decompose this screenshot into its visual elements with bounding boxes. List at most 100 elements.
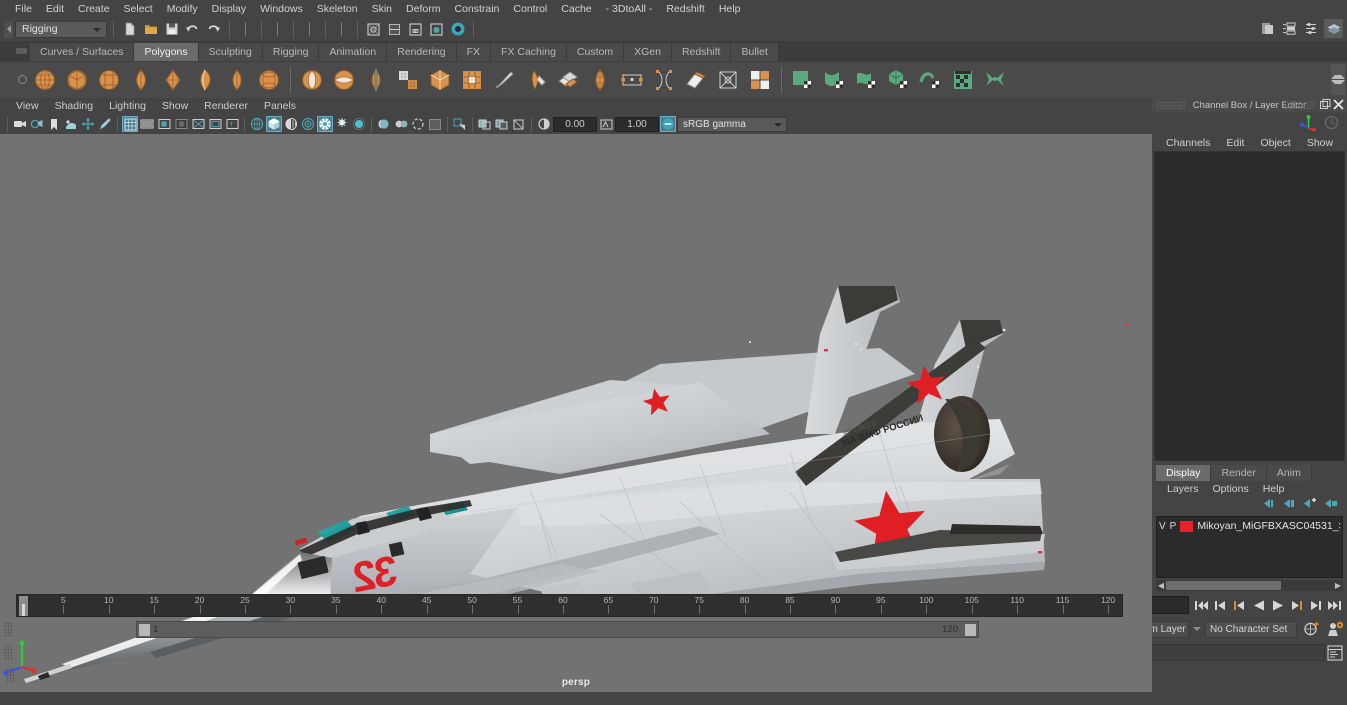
undo-icon[interactable] bbox=[183, 20, 202, 39]
menu-create[interactable]: Create bbox=[71, 2, 117, 16]
make-live-icon[interactable] bbox=[448, 20, 467, 39]
go-to-end-icon[interactable] bbox=[1326, 596, 1343, 615]
select-by-object-icon[interactable] bbox=[268, 20, 287, 39]
gamma-icon[interactable] bbox=[598, 116, 614, 132]
menu-help[interactable]: Help bbox=[712, 2, 748, 16]
uv-automatic-icon[interactable] bbox=[884, 65, 914, 96]
snap-projected-icon[interactable] bbox=[427, 20, 446, 39]
snap-point-icon[interactable]: PR bbox=[406, 20, 425, 39]
poly-pipe-icon[interactable] bbox=[254, 65, 284, 96]
layer-color-swatch[interactable] bbox=[1180, 520, 1194, 532]
gamma-field[interactable]: 1.00 bbox=[615, 116, 659, 132]
shadows-icon[interactable] bbox=[334, 116, 350, 132]
shelf-tab-xgen[interactable]: XGen bbox=[624, 43, 672, 61]
layer-new-icon[interactable] bbox=[1324, 497, 1339, 515]
script-editor-icon[interactable] bbox=[1327, 644, 1343, 661]
step-back-key-icon[interactable] bbox=[1231, 596, 1248, 615]
poly-sphere-icon[interactable] bbox=[30, 65, 60, 96]
range-start-handle[interactable] bbox=[139, 623, 150, 636]
channel-box-icon[interactable] bbox=[1324, 19, 1343, 38]
image-plane-icon[interactable] bbox=[63, 116, 79, 132]
snap-curve-icon[interactable] bbox=[385, 20, 404, 39]
uv-editor-icon[interactable] bbox=[948, 65, 978, 96]
shelf-tab-rendering[interactable]: Rendering bbox=[387, 43, 457, 61]
tab-display-layers[interactable]: Display bbox=[1156, 465, 1212, 481]
shaded-wireframe-icon[interactable] bbox=[283, 116, 299, 132]
no-manipulator-icon[interactable] bbox=[1324, 115, 1339, 135]
poly-mirror-icon[interactable] bbox=[361, 65, 391, 96]
tool-settings-icon[interactable] bbox=[1302, 19, 1321, 38]
menu-select[interactable]: Select bbox=[117, 2, 160, 16]
motion-blur-icon[interactable] bbox=[376, 116, 392, 132]
range-row-grip[interactable] bbox=[4, 622, 12, 636]
menu-redshift[interactable]: Redshift bbox=[659, 2, 712, 16]
layer-playback-toggle[interactable]: P bbox=[1170, 521, 1177, 532]
attribute-editor-icon[interactable] bbox=[1280, 19, 1299, 38]
viewport-menu-lighting[interactable]: Lighting bbox=[101, 100, 154, 112]
step-back-frame-icon[interactable] bbox=[1212, 596, 1229, 615]
select-by-hierarchy-icon[interactable] bbox=[236, 20, 255, 39]
film-gate-icon[interactable] bbox=[139, 116, 155, 132]
xray-icon[interactable] bbox=[477, 116, 493, 132]
channel-box-content[interactable] bbox=[1154, 151, 1345, 461]
shelf-tab-fx[interactable]: FX bbox=[456, 43, 492, 61]
viewport-menu-renderer[interactable]: Renderer bbox=[196, 100, 256, 112]
layers-menu[interactable]: Layers bbox=[1160, 483, 1206, 495]
shelf-tab-custom[interactable]: Custom bbox=[566, 43, 625, 61]
current-time-indicator[interactable] bbox=[19, 595, 28, 616]
menu-deform[interactable]: Deform bbox=[399, 2, 447, 16]
poly-combine-icon[interactable] bbox=[393, 65, 423, 96]
grid-icon[interactable] bbox=[122, 116, 138, 132]
viewport-menu-view[interactable]: View bbox=[8, 100, 47, 112]
shelf-scroll-down-icon[interactable] bbox=[1331, 80, 1345, 95]
poly-target-weld-icon[interactable] bbox=[521, 65, 551, 96]
xray-joints-icon[interactable] bbox=[494, 116, 510, 132]
bookmark-icon[interactable] bbox=[46, 116, 62, 132]
viewport-menu-show[interactable]: Show bbox=[154, 100, 196, 112]
time-slider[interactable]: 5 10 15 20 25 30 35 40 45 50 55 60 65 70 75 80 85 90 95 100… bbox=[16, 593, 1123, 617]
poly-connect-icon[interactable] bbox=[713, 65, 743, 96]
poly-bridge-icon[interactable] bbox=[585, 65, 615, 96]
safe-action-icon[interactable] bbox=[207, 116, 223, 132]
range-slider[interactable]: 1 120 bbox=[136, 620, 979, 638]
poly-smooth-icon[interactable] bbox=[425, 65, 455, 96]
redo-icon[interactable] bbox=[204, 20, 223, 39]
isolate-select-icon[interactable] bbox=[452, 116, 468, 132]
snap-grid-icon[interactable] bbox=[364, 20, 383, 39]
poly-duplicate-face-icon[interactable] bbox=[681, 65, 711, 96]
depth-of-field-icon[interactable] bbox=[410, 116, 426, 132]
exposure-field[interactable]: 0.00 bbox=[553, 116, 597, 132]
step-forward-key-icon[interactable] bbox=[1288, 596, 1305, 615]
viewport-menu-shading[interactable]: Shading bbox=[47, 100, 102, 112]
channel-object-menu[interactable]: Object bbox=[1252, 137, 1298, 149]
grease-pencil-icon[interactable] bbox=[97, 116, 113, 132]
camera-attributes-icon[interactable] bbox=[29, 116, 45, 132]
dock-close-icon[interactable] bbox=[1333, 99, 1344, 110]
command-line-grip[interactable] bbox=[4, 644, 12, 661]
xray-active-components-icon[interactable] bbox=[511, 116, 527, 132]
display-layer-list[interactable]: V P Mikoyan_MiGFBXASC04531_Su bbox=[1156, 516, 1343, 578]
layer-first-icon[interactable] bbox=[1261, 497, 1276, 515]
shelf-tab-curves-surfaces[interactable]: Curves / Surfaces bbox=[30, 43, 135, 61]
use-all-lights-icon[interactable] bbox=[317, 116, 333, 132]
animation-preferences-icon[interactable] bbox=[1325, 620, 1347, 638]
uv-unfold-icon[interactable] bbox=[980, 65, 1010, 96]
dock-drag-handle-left[interactable] bbox=[1156, 101, 1186, 109]
show-hide-editor-icon[interactable] bbox=[1258, 19, 1277, 38]
safe-title-icon[interactable]: T bbox=[224, 116, 240, 132]
shelf-row-handle[interactable] bbox=[18, 75, 27, 84]
dock-undock-icon[interactable] bbox=[1320, 99, 1331, 110]
channel-edit-menu[interactable]: Edit bbox=[1218, 137, 1252, 149]
step-forward-frame-icon[interactable] bbox=[1307, 596, 1324, 615]
poly-cube-icon[interactable] bbox=[62, 65, 92, 96]
shelf-tab-animation[interactable]: Animation bbox=[319, 43, 388, 61]
menu-skin[interactable]: Skin bbox=[365, 2, 399, 16]
viewport-background-icon[interactable] bbox=[427, 116, 443, 132]
menu-constrain[interactable]: Constrain bbox=[447, 2, 506, 16]
multisample-icon[interactable] bbox=[393, 116, 409, 132]
character-set-selector[interactable]: No Character Set bbox=[1205, 620, 1297, 638]
character-set-chevron-icon[interactable] bbox=[1193, 627, 1201, 631]
poly-disc-icon[interactable] bbox=[222, 65, 252, 96]
shelf-scroll-up-icon[interactable] bbox=[1331, 64, 1345, 79]
help-line-grip[interactable] bbox=[6, 668, 14, 682]
